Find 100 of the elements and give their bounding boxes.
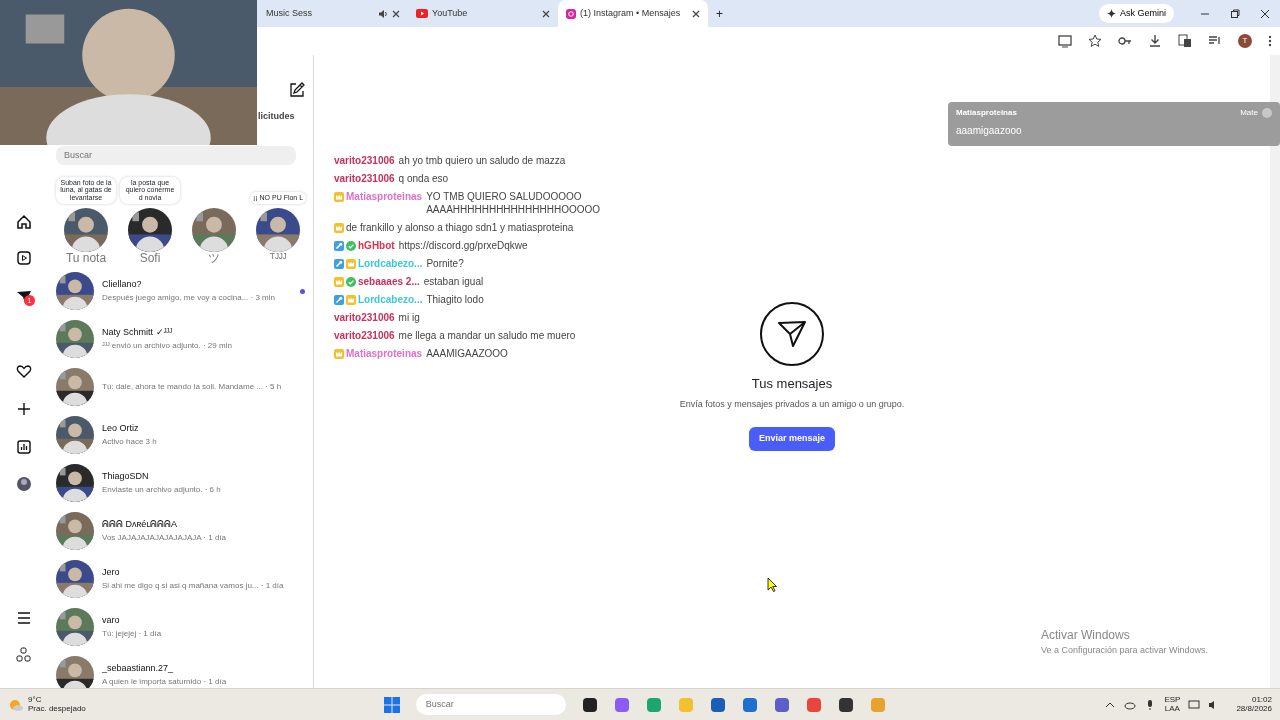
search-field[interactable]: Buscar: [56, 145, 296, 165]
close-icon[interactable]: [392, 9, 400, 18]
weather-text: Prac. despejado: [28, 704, 86, 714]
chat-message: https://discord.gg/prxeDqkwe: [398, 239, 529, 252]
crown-badge-icon: [334, 277, 344, 287]
outlook-icon[interactable]: [741, 696, 758, 713]
star-icon[interactable]: [1088, 34, 1102, 48]
cursor-icon: [767, 577, 777, 592]
task-view-icon[interactable]: [581, 696, 598, 713]
note-author[interactable]: Sofi: [139, 251, 161, 265]
edge-icon[interactable]: [645, 696, 662, 713]
chat-username: varito231006: [334, 329, 395, 342]
browser-tab[interactable]: (1) Instagram • Mensajes: [558, 0, 708, 27]
notification-text: aaamigaazooo: [956, 124, 1023, 138]
store-icon[interactable]: [709, 696, 726, 713]
key-icon[interactable]: [1118, 34, 1132, 48]
reels-icon[interactable]: [16, 250, 32, 266]
send-message-button[interactable]: Enviar mensaje: [748, 427, 835, 451]
windows-icon[interactable]: [383, 696, 400, 713]
close-icon[interactable]: [1260, 8, 1270, 19]
note-author[interactable]: ᵀᴶᴶᴶ: [269, 251, 287, 265]
chat-message: estaban igual: [423, 275, 485, 288]
conversation-item[interactable]: ᕱᕱᕱ DʌʀéʟᕱᕱᕱA Vos JAJAJAJAJAJAJAJAJA · 1 día: [56, 507, 313, 555]
messages-subtitle: Envía fotos y mensajes privados a un amigo o un grupo.: [679, 397, 905, 411]
check-badge-icon: [346, 277, 356, 287]
browser-tab[interactable]: YouTube: [408, 0, 558, 27]
chat-message: Pornite?: [426, 257, 465, 270]
home-icon[interactable]: [16, 214, 32, 230]
chat-username: sebaaaes 2...: [358, 275, 420, 288]
more-icon[interactable]: [1268, 35, 1272, 47]
chat-message: me llega a mandar un saludo me muero: [398, 329, 577, 342]
display-icon[interactable]: [1188, 698, 1201, 711]
chat-message: mi ig: [398, 311, 421, 324]
browser-tab[interactable]: Music Sess: [258, 0, 408, 27]
crown-badge-icon: [334, 223, 344, 233]
conversation-item[interactable]: Tú: dale, ahora te mando la soli. Mandame ... · 5 h: [56, 363, 313, 411]
chat-message: ah yo tmb quiero un saludo de mazza: [398, 154, 567, 167]
chrome-icon[interactable]: [805, 696, 822, 713]
translate-icon[interactable]: [1178, 34, 1192, 48]
notification-tag: Mate: [1240, 107, 1258, 119]
chat-username: hGHbot: [358, 239, 395, 252]
profile-avatar[interactable]: T: [1238, 34, 1252, 48]
messages-title: Tus mensajes: [751, 375, 833, 393]
conversation-item[interactable]: Leo Ortiz Activo hace 3 h: [56, 411, 313, 459]
crown-badge-icon: [334, 349, 344, 359]
compose-icon[interactable]: [289, 82, 305, 98]
crown-badge-icon: [334, 192, 344, 202]
sparkle-icon: [1107, 9, 1116, 18]
watermark-title: Activar Windows: [1041, 627, 1131, 644]
language-indicator[interactable]: ESP LAA: [1164, 695, 1181, 714]
notification-user: Matiasproteinas: [956, 107, 1017, 119]
download-icon[interactable]: [1148, 34, 1162, 48]
gemini-button[interactable]: Ask Gemini: [1099, 3, 1174, 24]
wrench-badge-icon: [334, 241, 344, 251]
chat-username: varito231006: [334, 311, 395, 324]
chart-icon[interactable]: [16, 439, 32, 455]
chat-message: q onda eso: [398, 172, 450, 185]
crown-badge-icon: [346, 295, 356, 305]
wrench-badge-icon: [334, 259, 344, 269]
paper-plane-circle: [760, 302, 824, 366]
apps-icon[interactable]: [16, 647, 32, 663]
chat-message: Thiagito lodo: [426, 293, 485, 306]
chat-username: Matiasproteinas: [346, 190, 423, 203]
teams-icon[interactable]: [773, 696, 790, 713]
scrollbar[interactable]: [1270, 55, 1280, 688]
crown-badge-icon: [346, 259, 356, 269]
chat-message: YO TMB QUIERO SALUDOOOOO AAAAHHHHHHHHHHHHHHHOOOOO: [426, 190, 602, 216]
conversation-item[interactable]: varo Tú: jejejej · 1 día: [56, 603, 313, 651]
chat-username: Lordcabezo...: [358, 257, 423, 270]
new-tab-button[interactable]: +: [708, 4, 731, 23]
speaker-icon[interactable]: [378, 8, 388, 19]
close-icon[interactable]: [692, 9, 700, 18]
conversation-item[interactable]: Naty Schmitt ✓ᴶᴶᴶ ᴶᴶᴶ envió un archivo adjunto. · 29 min: [56, 315, 313, 363]
menu-icon[interactable]: [16, 610, 32, 626]
chat-username: Matiasproteinas: [346, 347, 423, 360]
conversation-item[interactable]: Cliellano? Después juego amigo, me voy a cocina... · 3 min: [56, 267, 313, 315]
heart-icon[interactable]: [16, 363, 32, 379]
close-icon[interactable]: [542, 9, 550, 18]
chat-message: AAAMIGAAZOOO: [426, 347, 509, 360]
avatar: [1262, 108, 1272, 118]
clock[interactable]: 01:02 28/8/2026: [1236, 695, 1272, 714]
requests-link[interactable]: licitudes: [258, 110, 295, 124]
conversation-item[interactable]: Jero Si ahi me digo q si asi q mañana vamos ju... · 1 día: [56, 555, 313, 603]
temperature: 9°C: [28, 695, 43, 705]
instagram-icon: [566, 8, 576, 19]
plus-icon[interactable]: [16, 401, 32, 417]
check-badge-icon: [346, 241, 356, 251]
obs-icon[interactable]: [837, 696, 854, 713]
youtube-icon: [416, 9, 428, 18]
conversation-item[interactable]: ThiagoSDN Enviaste un archivo adjunto. · 6 h: [56, 459, 313, 507]
watermark-text: Ve a Configuración para activar Windows.: [1041, 644, 1209, 657]
cast-icon[interactable]: [1058, 34, 1072, 48]
note-author[interactable]: ツ: [208, 251, 220, 265]
taskbar-search[interactable]: Buscar: [415, 693, 566, 716]
copilot-icon[interactable]: [613, 696, 630, 713]
chat-username: varito231006: [334, 172, 395, 185]
chat-username: Lordcabezo...: [358, 293, 423, 306]
restore-icon[interactable]: [1230, 8, 1240, 19]
avatar[interactable]: [16, 476, 32, 492]
note-author[interactable]: Tu nota: [65, 251, 107, 265]
